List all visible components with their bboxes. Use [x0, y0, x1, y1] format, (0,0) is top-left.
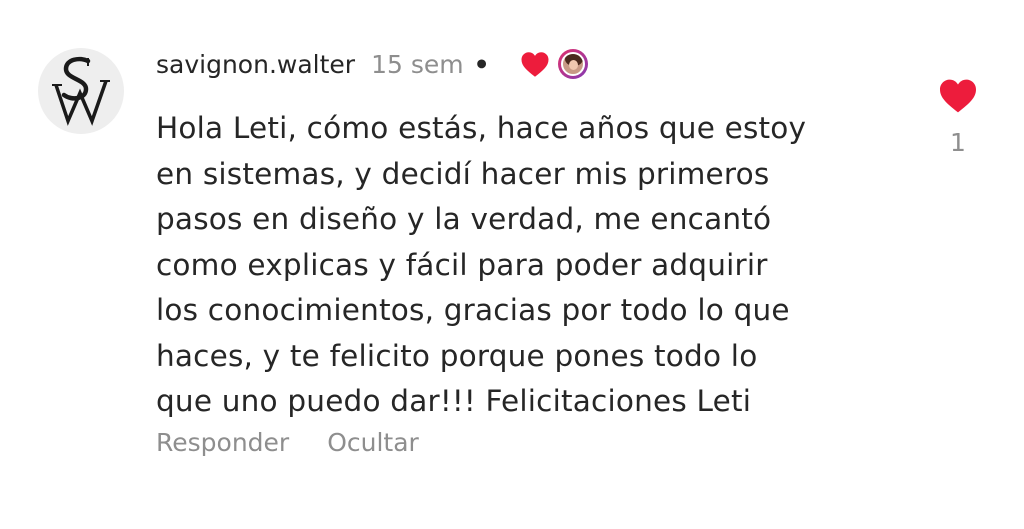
comment-text-line: en sistemas, y decidí hacer mis primeros	[156, 156, 770, 191]
reply-button[interactable]: Responder	[156, 428, 289, 457]
comment-header: savignon.walter 15 sem •	[156, 42, 588, 86]
comment-text: Hola Leti, cómo estás, hace años que est…	[156, 106, 896, 425]
like-control: 1	[936, 78, 980, 157]
creator-heart-icon	[520, 51, 550, 78]
comment-text-line: que uno puedo dar!!! Felicitaciones Leti	[156, 384, 752, 418]
comment-text-line: Hola Leti, cómo estás, hace años que est…	[156, 111, 807, 145]
user-avatar[interactable]	[38, 48, 124, 134]
comment-actions: Responder Ocultar	[156, 428, 419, 457]
timestamp: 15 sem	[371, 49, 464, 79]
monogram-logo-icon	[52, 56, 110, 126]
comment-text-line: los conocimientos, gracias por todo lo q…	[156, 293, 790, 327]
comment-text-line: haces, y te felicito porque pones todo l…	[156, 338, 758, 373]
comment-text-line: como explicas y fácil para poder adquiri…	[156, 247, 768, 282]
comment-text-line: pasos en diseño y la verdad, me encantó	[156, 202, 772, 236]
hide-button[interactable]: Ocultar	[327, 428, 419, 457]
like-count[interactable]: 1	[950, 128, 966, 157]
creator-avatar	[557, 49, 588, 79]
like-heart-icon[interactable]	[938, 78, 978, 118]
separator-dot: •	[473, 49, 490, 79]
comment: savignon.walter 15 sem • Hola Leti, cómo…	[0, 0, 1024, 529]
username[interactable]: savignon.walter	[156, 50, 355, 79]
